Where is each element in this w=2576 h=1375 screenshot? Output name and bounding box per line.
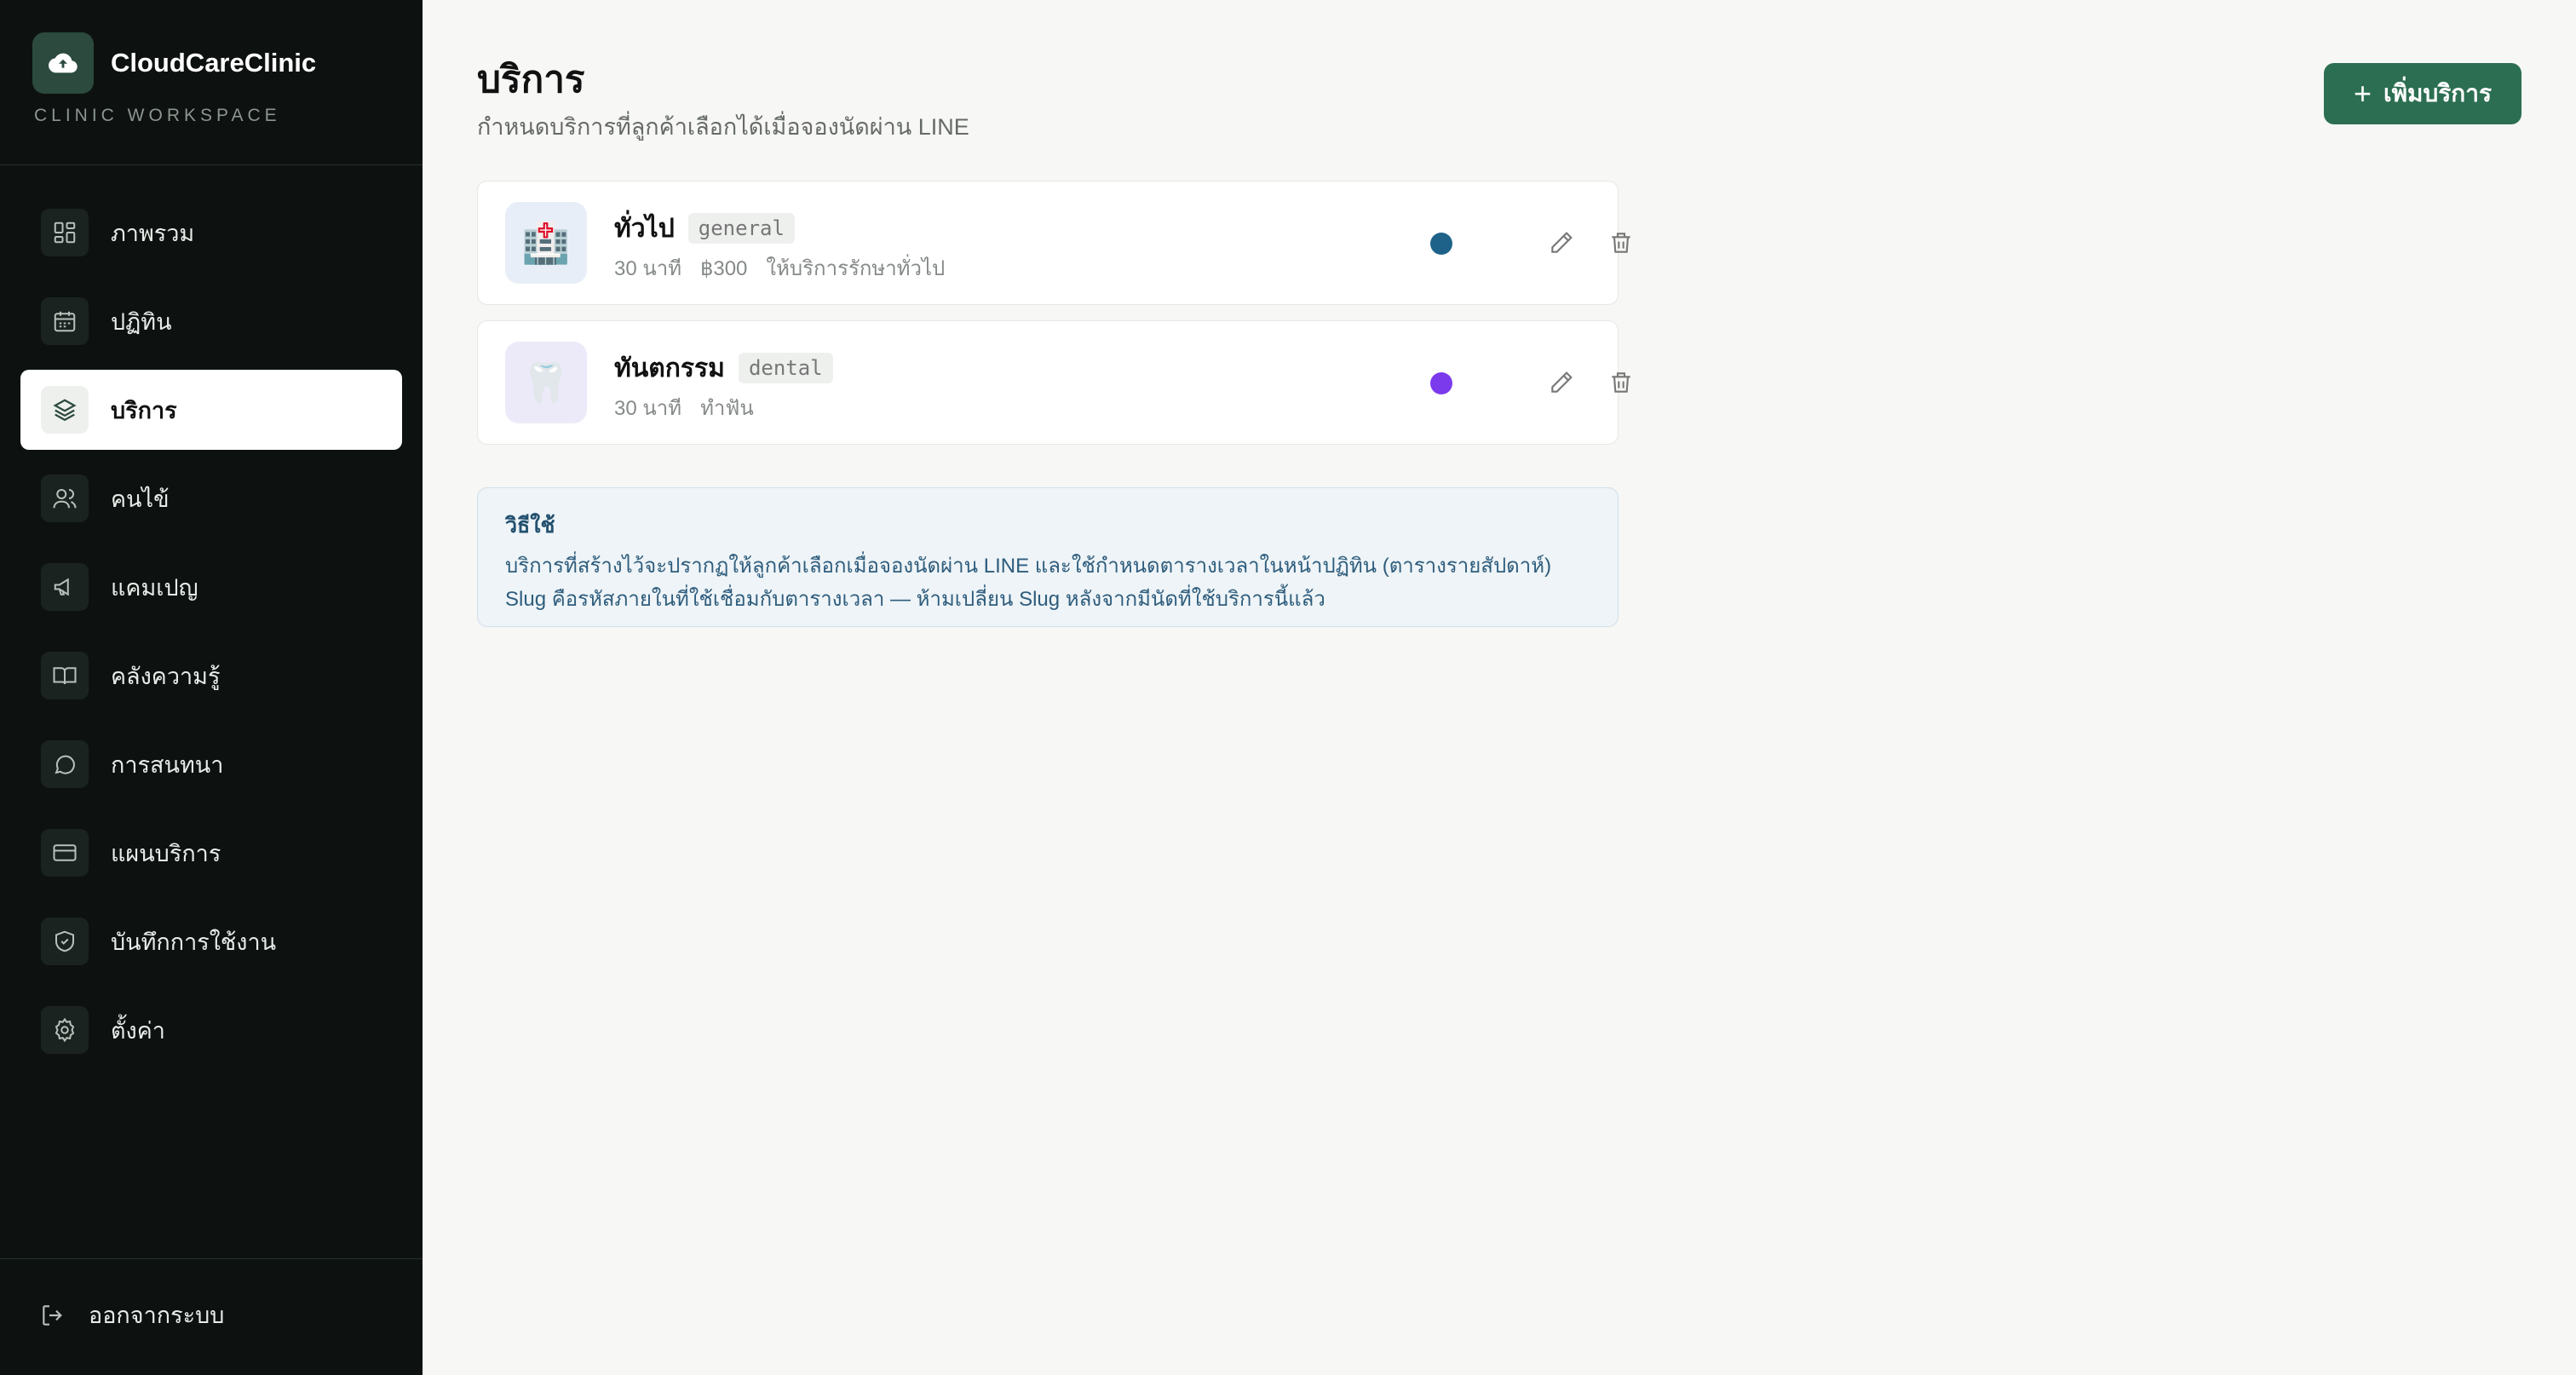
main-content: บริการ กำหนดบริการที่ลูกค้าเลือกได้เมื่อ… [423, 0, 2576, 1375]
service-description: ให้บริการรักษาทั่วไป [766, 257, 946, 280]
sidebar-item-plans[interactable]: แผนบริการ [20, 813, 402, 893]
dashboard-icon [41, 209, 89, 256]
shield-icon [41, 918, 89, 965]
sidebar-item-label: แคมเปญ [111, 574, 198, 601]
service-card-general[interactable]: 🏥 ทั่วไป general 30 นาที ฿300 ให้บริการรักษ… [477, 181, 1630, 305]
service-slug: general [687, 213, 795, 244]
sidebar-item-label: ตั้งค่า [111, 1017, 165, 1044]
service-price: ฿300 [700, 257, 748, 280]
pencil-icon [1551, 371, 1573, 393]
sidebar-item-services[interactable]: บริการ [20, 370, 402, 450]
sidebar-item-label: บริการ [111, 397, 177, 423]
brand[interactable]: CloudCareClinic [32, 32, 316, 94]
service-description: ทำฟัน [700, 397, 754, 420]
sidebar-divider [0, 164, 423, 165]
hospital-icon: 🏥 [505, 202, 587, 284]
info-line: บริการที่สร้างไว้จะปรากฏให้ลูกค้าเลือกเม… [505, 555, 1552, 578]
brand-name: CloudCareClinic [111, 48, 317, 78]
sidebar-item-label: คนไข้ [111, 486, 170, 512]
sidebar-item-label: แผนบริการ [111, 840, 221, 866]
page-subtitle: กำหนดบริการที่ลูกค้าเลือกได้เมื่อจองนัดผ… [477, 114, 969, 140]
cloud-upload-icon [32, 32, 94, 94]
add-service-button[interactable]: + เพิ่มบริการ [2324, 63, 2521, 124]
edit-service-button[interactable] [1544, 226, 1578, 260]
sidebar-item-calendar[interactable]: ปฏิทิน [20, 281, 402, 361]
sidebar-item-overview[interactable]: ภาพรวม [20, 193, 402, 273]
delete-service-button[interactable] [1604, 365, 1638, 400]
sidebar-item-campaigns[interactable]: แคมเปญ [20, 547, 402, 627]
service-meta: 30 นาที ฿300 ให้บริการรักษาทั่วไป [614, 251, 963, 285]
trash-icon [1612, 372, 1630, 393]
sidebar-item-audit-log[interactable]: บันทึกการใช้งาน [20, 901, 402, 981]
service-color-dot [1430, 233, 1452, 255]
logout-button[interactable]: ออกจากระบบ [39, 1297, 224, 1333]
users-icon [41, 475, 89, 522]
trash-icon [1612, 233, 1630, 253]
edit-service-button[interactable] [1544, 365, 1578, 400]
service-card-dental[interactable]: 🦷 ทันตกรรม dental 30 นาที ทำฟัน [477, 320, 1630, 445]
service-name: ทันตกรรม dental [614, 348, 833, 388]
sidebar-divider [0, 1258, 423, 1259]
service-meta: 30 นาที ทำฟัน [614, 391, 773, 424]
service-slug: dental [738, 353, 833, 383]
sidebar: CloudCareClinic CLINIC WORKSPACE ภาพรวม … [0, 0, 423, 1375]
service-name-text: ทันตกรรม [614, 354, 725, 383]
pencil-icon [1551, 232, 1573, 253]
megaphone-icon [41, 563, 89, 611]
service-duration: 30 นาที [614, 257, 682, 280]
info-line: Slug คือรหัสภายในที่ใช้เชื่อมกับตารางเวล… [505, 588, 1325, 611]
add-service-label: เพิ่มบริการ [2383, 80, 2493, 106]
sidebar-nav: ภาพรวม ปฏิทิน บริการ คนไข้ แคมเปญ คลังคว… [20, 193, 402, 1079]
service-name: ทั่วไป general [614, 209, 795, 249]
sidebar-item-label: การสนทนา [111, 751, 224, 778]
delete-service-button[interactable] [1604, 226, 1638, 260]
plus-icon: + [2353, 76, 2372, 111]
sidebar-item-label: บันทึกการใช้งาน [111, 929, 277, 955]
page-title: บริการ [477, 59, 585, 101]
book-icon [41, 652, 89, 699]
calendar-icon [41, 297, 89, 345]
usage-info-box: วิธีใช้ บริการที่สร้างไว้จะปรากฏให้ลูกค้… [477, 487, 1619, 627]
sidebar-item-conversations[interactable]: การสนทนา [20, 724, 402, 804]
logout-label: ออกจากระบบ [89, 1303, 225, 1328]
credit-card-icon [41, 829, 89, 877]
service-duration: 30 นาที [614, 397, 682, 420]
layers-icon [41, 386, 89, 434]
logout-icon [43, 1304, 62, 1326]
brand-subtitle: CLINIC WORKSPACE [34, 106, 281, 125]
sidebar-item-settings[interactable]: ตั้งค่า [20, 990, 402, 1070]
service-color-dot [1430, 372, 1452, 394]
gear-icon [41, 1006, 89, 1054]
tooth-icon: 🦷 [505, 342, 587, 423]
info-title: วิธีใช้ [505, 514, 555, 538]
sidebar-item-label: ปฏิทิน [111, 308, 172, 335]
chat-icon [41, 740, 89, 788]
sidebar-item-label: คลังความรู้ [111, 663, 221, 689]
service-name-text: ทั่วไป [614, 215, 675, 243]
sidebar-item-label: ภาพรวม [111, 220, 195, 246]
sidebar-item-patients[interactable]: คนไข้ [20, 458, 402, 538]
sidebar-item-knowledge[interactable]: คลังความรู้ [20, 636, 402, 716]
